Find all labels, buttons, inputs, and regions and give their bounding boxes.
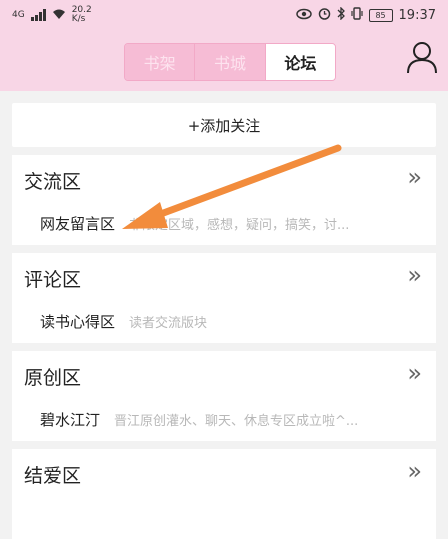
forum-item-name: 碧水江汀 xyxy=(40,411,101,429)
section-exchange[interactable]: 交流区 » 网友留言区 非限定区域，感想，疑问，搞笑，讨... xyxy=(12,155,436,245)
net-speed-unit: K/s xyxy=(71,14,86,24)
wifi-icon xyxy=(52,8,66,23)
signal-icon xyxy=(30,9,46,21)
section-title: 结爱区 xyxy=(24,465,82,487)
tab-bookshelf[interactable]: 书架 xyxy=(125,44,195,80)
forum-item[interactable]: 网友留言区 非限定区域，感想，疑问，搞笑，讨... xyxy=(40,213,424,234)
section-review[interactable]: 评论区 » 读书心得区 读者交流版块 xyxy=(12,253,436,343)
section-original[interactable]: 原创区 » 碧水江汀 晋江原创灌水、聊天、休息专区成立啦^... xyxy=(12,351,436,441)
user-icon[interactable] xyxy=(406,40,438,74)
section-title: 交流区 xyxy=(24,171,82,193)
section-title: 原创区 xyxy=(24,367,82,389)
net-speed: 20.2 K/s xyxy=(72,6,92,24)
double-chevron-right-icon[interactable]: » xyxy=(407,359,422,387)
clock: 19:37 xyxy=(398,8,436,23)
forum-item-desc: 读者交流版块 xyxy=(129,316,208,331)
battery-icon: 85 xyxy=(368,9,393,22)
status-right: 85 19:37 xyxy=(295,6,436,24)
eye-icon xyxy=(295,8,312,24)
add-follow-button[interactable]: +添加关注 xyxy=(12,103,436,147)
status-bar: 4G 20.2 K/s 85 19:37 xyxy=(0,0,448,30)
double-chevron-right-icon[interactable]: » xyxy=(407,261,422,289)
forum-item-name: 网友留言区 xyxy=(40,215,116,233)
section-love[interactable]: 结爱区 » xyxy=(12,449,436,539)
forum-item[interactable]: 碧水江汀 晋江原创灌水、聊天、休息专区成立啦^... xyxy=(40,409,424,430)
vibrate-icon xyxy=(350,7,363,24)
double-chevron-right-icon[interactable]: » xyxy=(407,457,422,485)
alarm-icon xyxy=(318,7,331,24)
section-title: 评论区 xyxy=(24,269,82,291)
tab-forum[interactable]: 论坛 xyxy=(264,44,335,80)
app-header: 4G 20.2 K/s 85 19:37 书架 书城 论坛 xyxy=(0,0,448,91)
forum-item[interactable]: 读书心得区 读者交流版块 xyxy=(40,311,424,332)
double-chevron-right-icon[interactable]: » xyxy=(407,163,422,191)
forum-item-desc: 非限定区域，感想，疑问，搞笑，讨... xyxy=(129,218,350,233)
forum-item-name: 读书心得区 xyxy=(40,313,116,331)
network-type: 4G xyxy=(12,9,25,20)
tab-bookstore[interactable]: 书城 xyxy=(194,44,265,80)
bluetooth-icon xyxy=(337,6,345,24)
top-tabs: 书架 书城 论坛 xyxy=(124,43,336,81)
status-left: 4G 20.2 K/s xyxy=(12,6,92,24)
forum-item-desc: 晋江原创灌水、聊天、休息专区成立啦^... xyxy=(114,414,359,429)
